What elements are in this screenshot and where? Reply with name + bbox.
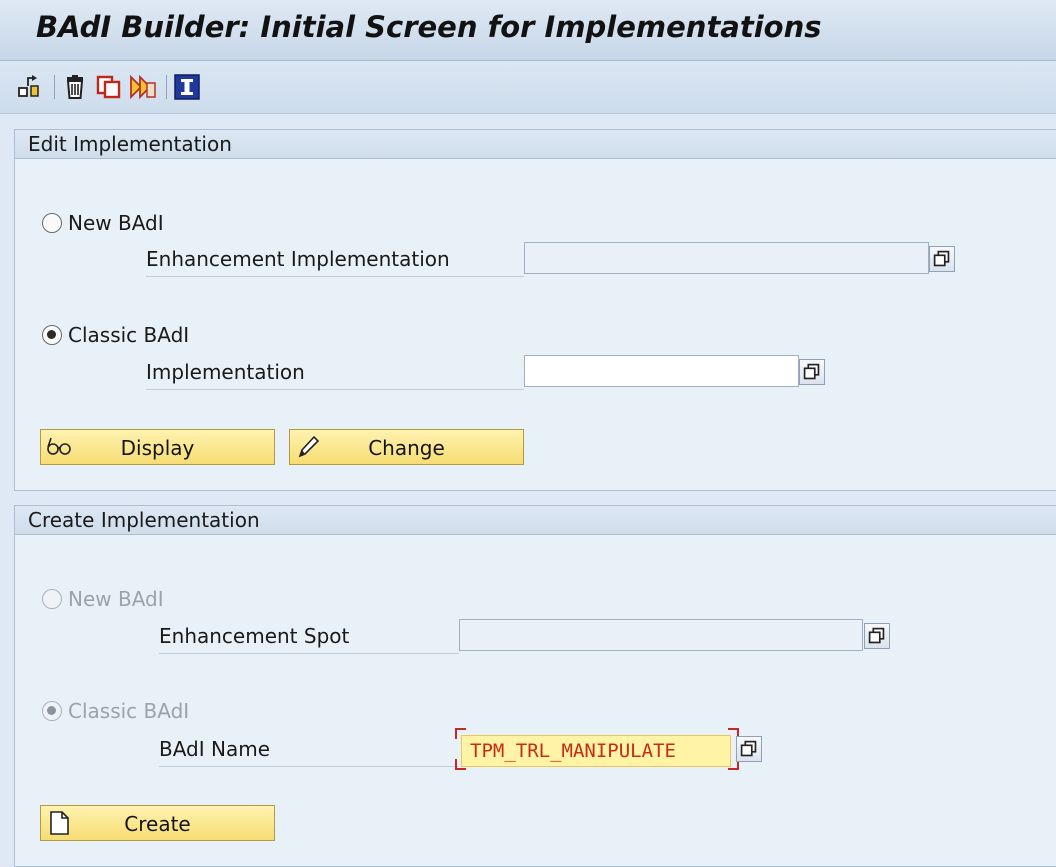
create-classic-badi-radio <box>42 701 62 721</box>
panel-title: Edit Implementation <box>28 132 232 156</box>
value-help-icon[interactable] <box>929 246 955 272</box>
create-new-badi-radio <box>42 589 62 609</box>
implementation-input[interactable] <box>524 355 799 387</box>
create-button[interactable]: Create <box>40 805 275 841</box>
create-implementation-panel: Create Implementation New BAdI Enhanceme… <box>14 505 1056 867</box>
edit-classic-badi-label: Classic BAdI <box>68 323 190 347</box>
title-bar: BAdI Builder: Initial Screen for Impleme… <box>0 0 1056 61</box>
implementation-label: Implementation <box>146 355 524 390</box>
edit-implementation-panel: Edit Implementation New BAdI Enhancement… <box>14 129 1056 491</box>
focus-corner <box>455 759 466 770</box>
value-help-icon[interactable] <box>799 359 825 385</box>
badi-name-label: BAdI Name <box>159 732 459 767</box>
other-object-icon[interactable] <box>16 74 42 100</box>
information-icon[interactable] <box>174 74 200 100</box>
display-button-label: Display <box>120 436 195 460</box>
badi-name-input[interactable] <box>461 735 731 767</box>
badi-name-label-text: BAdI Name <box>159 737 271 761</box>
toolbar-separator <box>166 75 167 99</box>
edit-new-badi-label: New BAdI <box>68 211 164 235</box>
change-button-label: Change <box>368 436 445 460</box>
enhancement-spot-label-text: Enhancement Spot <box>159 624 350 648</box>
create-implementation-header: Create Implementation <box>15 506 1056 535</box>
value-help-icon[interactable] <box>864 623 890 649</box>
create-button-label: Create <box>124 812 191 836</box>
enhancement-implementation-input[interactable] <box>524 242 929 274</box>
enhancement-spot-input <box>459 619 863 651</box>
edit-new-badi-radio[interactable] <box>42 213 62 233</box>
delete-icon[interactable] <box>62 74 88 100</box>
toolbar-separator <box>54 75 55 99</box>
page-title: BAdI Builder: Initial Screen for Impleme… <box>36 10 822 44</box>
edit-classic-badi-radio[interactable] <box>42 325 62 345</box>
enhancement-spot-label: Enhancement Spot <box>159 619 459 654</box>
copy-icon[interactable] <box>96 74 122 100</box>
create-classic-badi-label: Classic BAdI <box>68 699 190 723</box>
rename-icon[interactable] <box>130 74 156 100</box>
edit-implementation-header: Edit Implementation <box>15 130 1056 159</box>
create-new-badi-label: New BAdI <box>68 587 164 611</box>
change-button[interactable]: Change <box>289 429 524 465</box>
enhancement-implementation-label-text: Enhancement Implementation <box>146 247 450 271</box>
value-help-icon[interactable] <box>736 736 762 762</box>
enhancement-implementation-label: Enhancement Implementation <box>146 242 524 277</box>
panel-title: Create Implementation <box>28 508 260 532</box>
application-toolbar <box>0 61 1056 114</box>
display-button[interactable]: Display <box>40 429 275 465</box>
implementation-label-text: Implementation <box>146 360 305 384</box>
focus-corner <box>455 728 466 739</box>
